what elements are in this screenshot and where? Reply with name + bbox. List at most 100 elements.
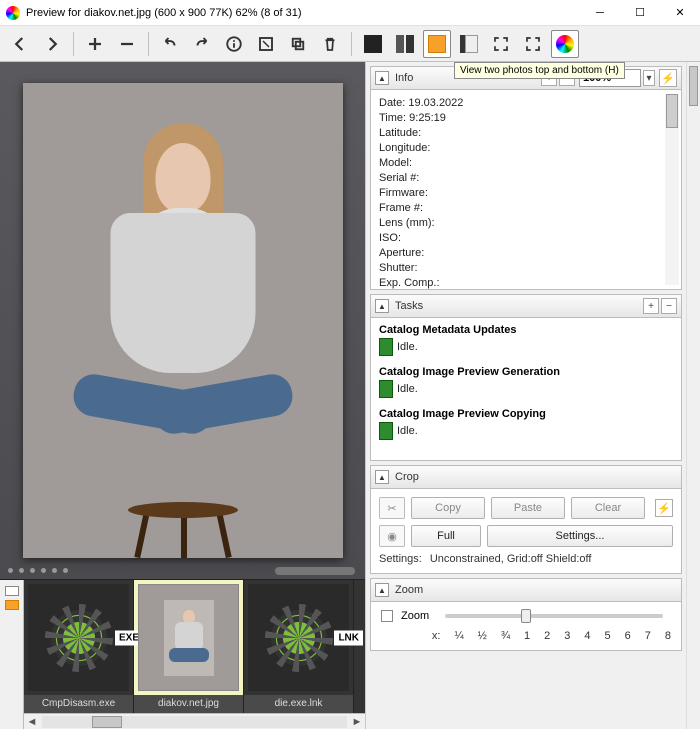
zoom-tick: 8 (665, 630, 671, 642)
crop-info-label: Settings: (379, 553, 422, 565)
zoom-checkbox-label: Zoom (401, 610, 429, 622)
crop-clear-button[interactable]: Clear (571, 497, 645, 519)
crop-tool-icon[interactable]: ✂ (379, 497, 405, 519)
filmstrip-item[interactable]: LNK die.exe.lnk (244, 580, 354, 713)
preview-page-dots (8, 568, 68, 573)
info-model-label: Model: (379, 156, 673, 171)
zoom-panel-header[interactable]: ▲ Zoom (370, 578, 682, 602)
zoom-panel-body: Zoom x: ¼ ½ ¾ 1 2 3 4 5 6 7 8 (370, 602, 682, 651)
zoom-out-button[interactable] (113, 30, 141, 58)
crop-panel-body: ✂ Copy Paste Clear ⚡ ◉ Full Settings... … (370, 489, 682, 574)
task-progress-bar (379, 422, 393, 440)
tasks-panel-body: Catalog Metadata Updates Idle. Catalog I… (370, 318, 682, 461)
crop-panel-header[interactable]: ▲ Crop (370, 465, 682, 489)
window-controls: ─ ☐ ✕ (580, 0, 700, 25)
info-button[interactable] (220, 30, 248, 58)
crop-settings-button[interactable]: Settings... (487, 525, 673, 547)
window-title: Preview for diakov.net.jpg (600 x 900 77… (26, 7, 580, 19)
preview-hscrollbar[interactable] (275, 567, 355, 575)
close-button[interactable]: ✕ (660, 0, 700, 25)
scroll-right-icon[interactable]: ► (349, 716, 365, 728)
collapse-icon[interactable]: ▲ (375, 71, 389, 85)
flash-icon[interactable]: ⚡ (659, 69, 677, 87)
info-shutter-label: Shutter: (379, 261, 673, 276)
scroll-left-icon[interactable]: ◄ (24, 716, 40, 728)
info-time-label: Time: (379, 112, 406, 124)
zoom-checkbox[interactable] (381, 610, 393, 622)
filmstrip-caption: diakov.net.jpg (134, 695, 243, 713)
info-date-value: 19.03.2022 (408, 97, 463, 109)
filmstrip-inner: EXE CmpDisasm.exe diakov.net.jpg LNK die… (24, 580, 365, 729)
main-area: EXE CmpDisasm.exe diakov.net.jpg LNK die… (0, 62, 700, 729)
zoom-tick: ¼ (454, 630, 463, 642)
tasks-plus-button[interactable]: + (643, 298, 659, 314)
task-status: Idle. (397, 341, 418, 353)
tasks-panel-header[interactable]: ▲ Tasks + − (370, 294, 682, 318)
fit-window-button[interactable] (487, 30, 515, 58)
crop-preview-icon[interactable]: ◉ (379, 525, 405, 547)
fullscreen-button[interactable] (519, 30, 547, 58)
zoom-x-label: x: (432, 630, 441, 642)
copy-button[interactable] (284, 30, 312, 58)
zoom-tick: 7 (645, 630, 651, 642)
nav-forward-button[interactable] (38, 30, 66, 58)
view-split-v-button[interactable] (391, 30, 419, 58)
filmstrip-caption: die.exe.lnk (244, 695, 353, 713)
view-split-h-button[interactable] (423, 30, 451, 58)
color-management-button[interactable] (551, 30, 579, 58)
zoom-tick: 4 (584, 630, 590, 642)
filmstrip-item[interactable]: EXE CmpDisasm.exe (24, 580, 134, 713)
right-panels-scroll: ▲ Info + − ▾ ⚡ Date: 19.03.2022 Time: 9:… (366, 62, 700, 729)
undo-button[interactable] (156, 30, 184, 58)
filmstrip-layout-2-icon[interactable] (5, 600, 19, 610)
zoom-slider-knob[interactable] (521, 609, 531, 623)
tag-button[interactable] (252, 30, 280, 58)
zoom-tick: 2 (544, 630, 550, 642)
task-item: Catalog Image Preview Copying Idle. (379, 408, 673, 440)
crop-copy-button[interactable]: Copy (411, 497, 485, 519)
tasks-panel-title: Tasks (395, 300, 641, 312)
task-status: Idle. (397, 383, 418, 395)
filmstrip: EXE CmpDisasm.exe diakov.net.jpg LNK die… (0, 579, 365, 729)
task-title: Catalog Metadata Updates (379, 324, 673, 336)
gear-icon (271, 610, 327, 666)
toolbar-separator (73, 32, 74, 56)
task-item: Catalog Image Preview Generation Idle. (379, 366, 673, 398)
info-firmware-label: Firmware: (379, 186, 673, 201)
crop-paste-button[interactable]: Paste (491, 497, 565, 519)
minimize-button[interactable]: ─ (580, 0, 620, 25)
delete-button[interactable] (316, 30, 344, 58)
filmstrip-layout-1-icon[interactable] (5, 586, 19, 596)
crop-flash-icon[interactable]: ⚡ (655, 499, 673, 517)
collapse-icon[interactable]: ▲ (375, 583, 389, 597)
tasks-minus-button[interactable]: − (661, 298, 677, 314)
filmstrip-scrollbar[interactable]: ◄ ► (24, 713, 365, 729)
zoom-dropdown-button[interactable]: ▾ (643, 70, 655, 86)
nav-back-button[interactable] (6, 30, 34, 58)
info-time-value: 9:25:19 (409, 112, 446, 124)
redo-button[interactable] (188, 30, 216, 58)
info-iso-label: ISO: (379, 231, 673, 246)
filmstrip-caption: CmpDisasm.exe (24, 695, 133, 713)
zoom-slider[interactable] (445, 614, 663, 618)
task-title: Catalog Image Preview Copying (379, 408, 673, 420)
filmstrip-item-selected[interactable]: diakov.net.jpg (134, 580, 244, 713)
view-sidebar-button[interactable] (455, 30, 483, 58)
main-toolbar (0, 26, 700, 62)
info-serial-label: Serial #: (379, 171, 673, 186)
zoom-in-button[interactable] (81, 30, 109, 58)
info-lens-label: Lens (mm): (379, 216, 673, 231)
view-single-button[interactable] (359, 30, 387, 58)
crop-full-button[interactable]: Full (411, 525, 481, 547)
collapse-icon[interactable]: ▲ (375, 470, 389, 484)
scroll-thumb[interactable] (92, 716, 122, 728)
right-vscrollbar[interactable] (686, 62, 700, 729)
task-title: Catalog Image Preview Generation (379, 366, 673, 378)
maximize-button[interactable]: ☐ (620, 0, 660, 25)
preview-image (23, 83, 343, 558)
info-aperture-label: Aperture: (379, 246, 673, 261)
collapse-icon[interactable]: ▲ (375, 299, 389, 313)
info-vscrollbar[interactable] (665, 94, 679, 285)
image-preview-area[interactable] (0, 62, 365, 579)
info-expcomp-label: Exp. Comp.: (379, 276, 673, 290)
